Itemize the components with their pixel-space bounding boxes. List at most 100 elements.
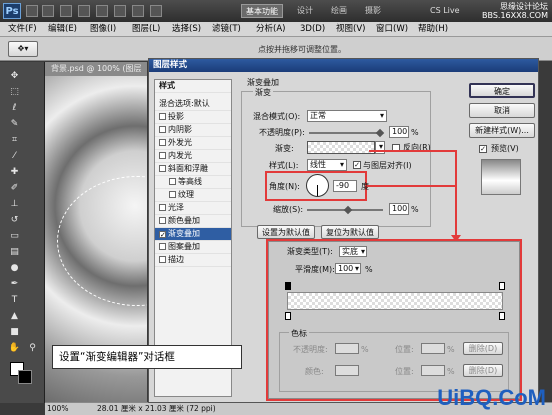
styles-header[interactable]: 样式 — [155, 80, 231, 93]
align-with-layer-checkbox[interactable]: ✓ — [353, 161, 361, 169]
checkbox[interactable] — [159, 204, 166, 211]
new-style-button[interactable]: 新建样式(W)... — [469, 123, 535, 138]
arrange-documents-icon[interactable] — [132, 5, 144, 17]
checkbox-checked[interactable]: ✓ — [159, 231, 166, 239]
gradient-editor-highlight-box — [266, 239, 522, 401]
reset-default-button[interactable]: 复位为默认值 — [321, 225, 379, 239]
clone-stamp-tool-icon[interactable]: ⊥ — [8, 198, 21, 211]
eyedropper-tool-icon[interactable]: ⁄ — [8, 150, 21, 163]
zoom-level-icon[interactable] — [60, 5, 72, 17]
site-logo-watermark: UiBQ.CoM — [437, 385, 546, 410]
style-item-pattern-overlay[interactable]: 图案叠加 — [155, 241, 231, 254]
menu-3d[interactable]: 3D(D) — [300, 23, 325, 36]
menu-view[interactable]: 视图(V) — [336, 23, 365, 36]
options-hint: 点按并拖移可调整位置。 — [258, 45, 346, 54]
screen-mode-icon[interactable] — [150, 5, 162, 17]
style-item-stroke[interactable]: 描边 — [155, 254, 231, 267]
crop-tool-icon[interactable]: ⌗ — [8, 134, 21, 147]
minibridge-icon[interactable] — [42, 5, 54, 17]
menu-filter[interactable]: 滤镜(T) — [212, 23, 241, 36]
hand-icon[interactable] — [78, 5, 90, 17]
hand-tool-icon[interactable]: ✋ — [8, 342, 21, 355]
style-item-drop-shadow[interactable]: 投影 — [155, 111, 231, 124]
menu-window[interactable]: 窗口(W) — [376, 23, 408, 36]
dodge-tool-icon[interactable]: ● — [8, 262, 21, 275]
path-select-tool-icon[interactable]: ▲ — [8, 310, 21, 323]
lasso-tool-icon[interactable]: ℓ — [8, 102, 21, 115]
preview-checkbox[interactable]: ✓ — [479, 145, 487, 153]
background-color-swatch[interactable] — [18, 370, 32, 384]
shape-tool-icon[interactable]: ■ — [8, 326, 21, 339]
style-item-texture[interactable]: 纹理 — [155, 189, 231, 202]
history-brush-tool-icon[interactable]: ↺ — [8, 214, 21, 227]
bridge-icon[interactable] — [26, 5, 38, 17]
checkbox[interactable] — [169, 191, 176, 198]
blending-options-item[interactable]: 混合选项:默认 — [155, 98, 231, 111]
move-icon: ✥▾ — [17, 44, 29, 53]
style-item-inner-shadow[interactable]: 内阴影 — [155, 124, 231, 137]
selection-marquee — [57, 176, 147, 306]
workspace-painting[interactable]: 绘画 — [327, 4, 351, 18]
set-default-button[interactable]: 设置为默认值 — [257, 225, 315, 239]
style-item-contour[interactable]: 等高线 — [155, 176, 231, 189]
style-item-satin[interactable]: 光泽 — [155, 202, 231, 215]
brush-tool-icon[interactable]: ✐ — [8, 182, 21, 195]
style-item-outer-glow[interactable]: 外发光 — [155, 137, 231, 150]
workspace-photography[interactable]: 摄影 — [361, 4, 385, 18]
workspace-design[interactable]: 设计 — [293, 4, 317, 18]
document-tab[interactable]: 背景.psd @ 100% (图层 — [45, 62, 147, 76]
checkbox[interactable] — [159, 152, 166, 159]
menu-layer[interactable]: 图层(L) — [132, 23, 160, 36]
grid-icon[interactable] — [114, 5, 126, 17]
opacity-slider[interactable] — [309, 132, 383, 134]
checkbox[interactable] — [159, 126, 166, 133]
zoom-tool-icon[interactable]: ⚲ — [26, 342, 39, 355]
menu-help[interactable]: 帮助(H) — [418, 23, 448, 36]
zoom-readout[interactable]: 100% — [47, 403, 68, 415]
menu-file[interactable]: 文件(F) — [8, 23, 37, 36]
menu-analysis[interactable]: 分析(A) — [256, 23, 285, 36]
opacity-input[interactable]: 100 — [389, 126, 409, 138]
ok-button[interactable]: 确定 — [469, 83, 535, 98]
style-item-color-overlay[interactable]: 颜色叠加 — [155, 215, 231, 228]
application-bar: Ps 基本功能 设计 绘画 摄影 CS Live 思缘设计论坛 BBS.16XX… — [0, 0, 552, 22]
menu-bar: 文件(F) 编辑(E) 图像(I) 图层(L) 选择(S) 滤镜(T) 分析(A… — [0, 22, 552, 37]
checkbox[interactable] — [159, 165, 166, 172]
cs-live-button[interactable]: CS Live — [426, 4, 464, 18]
gradient-tool-icon[interactable]: ▤ — [8, 246, 21, 259]
eraser-tool-icon[interactable]: ▭ — [8, 230, 21, 243]
gradient-style-select[interactable]: 线性 ▾ — [307, 159, 347, 171]
workspace-essentials[interactable]: 基本功能 — [241, 4, 283, 18]
checkbox[interactable] — [159, 243, 166, 250]
style-item-gradient-overlay[interactable]: ✓ 渐变叠加 — [155, 228, 231, 241]
style-item-bevel-emboss[interactable]: 斜面和浮雕 — [155, 163, 231, 176]
move-tool-icon[interactable]: ✥ — [8, 70, 21, 83]
gradient-preview[interactable] — [307, 141, 375, 154]
checkbox[interactable] — [159, 256, 166, 263]
checkbox[interactable] — [159, 217, 166, 224]
checkbox[interactable] — [169, 178, 176, 185]
quick-select-tool-icon[interactable]: ✎ — [8, 118, 21, 131]
dialog-title: 图层样式 — [149, 59, 538, 72]
angle-label: 角度(N): — [269, 182, 300, 191]
checkbox[interactable] — [159, 113, 166, 120]
preview-label: 预览(V) — [491, 144, 519, 153]
style-item-inner-glow[interactable]: 内发光 — [155, 150, 231, 163]
marquee-tool-icon[interactable]: ⬚ — [8, 86, 21, 99]
blend-mode-select[interactable]: 正常 ▾ — [307, 110, 387, 122]
dropdown-arrow-icon: ▾ — [379, 111, 384, 120]
checkbox[interactable] — [159, 139, 166, 146]
move-tool-preset-picker[interactable]: ✥▾ — [8, 41, 38, 57]
angle-dial[interactable] — [306, 174, 329, 197]
scale-input[interactable]: 100 — [389, 203, 409, 215]
menu-image[interactable]: 图像(I) — [90, 23, 116, 36]
menu-edit[interactable]: 编辑(E) — [48, 23, 77, 36]
menu-select[interactable]: 选择(S) — [172, 23, 201, 36]
gradient-picker-arrow[interactable]: ▾ — [375, 141, 385, 154]
angle-input[interactable]: -90 — [333, 180, 357, 192]
healing-brush-tool-icon[interactable]: ✚ — [8, 166, 21, 179]
pen-tool-icon[interactable]: ✒ — [8, 278, 21, 291]
cancel-button[interactable]: 取消 — [469, 103, 535, 118]
zoom-icon[interactable] — [96, 5, 108, 17]
type-tool-icon[interactable]: T — [8, 294, 21, 307]
